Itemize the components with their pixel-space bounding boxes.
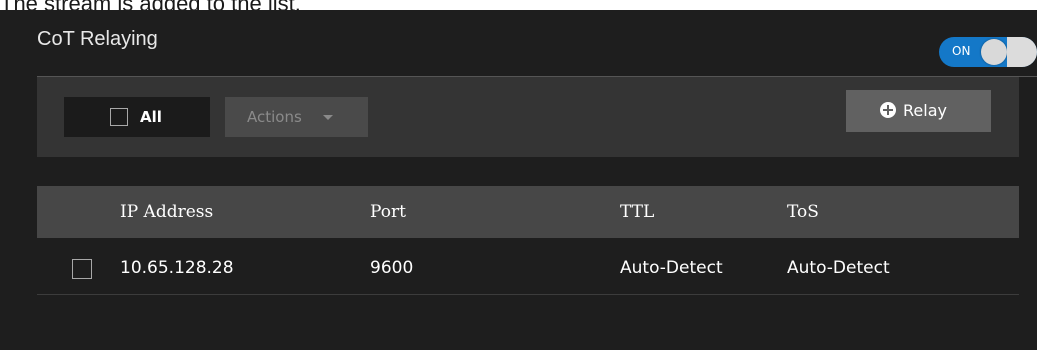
toggle-knob[interactable] <box>981 39 1007 65</box>
cell-port: 9600 <box>370 258 414 278</box>
cot-relaying-panel: CoT Relaying ON All Actions Relay IP Add… <box>0 10 1037 350</box>
add-relay-label: Relay <box>903 101 947 120</box>
add-relay-button[interactable]: Relay <box>846 90 991 132</box>
plus-circle-icon <box>880 102 896 118</box>
actions-dropdown[interactable]: Actions <box>225 97 368 137</box>
cell-tos: Auto-Detect <box>787 258 890 278</box>
select-all-label: All <box>140 108 162 126</box>
row-checkbox[interactable] <box>72 259 92 279</box>
cell-ttl: Auto-Detect <box>620 258 723 278</box>
panel-title: CoT Relaying <box>37 28 158 50</box>
chevron-down-icon <box>323 115 333 120</box>
column-header-port[interactable]: Port <box>370 202 406 222</box>
toggle-label: ON <box>952 44 971 58</box>
table-header: IP Address Port TTL ToS <box>37 186 1019 238</box>
toggle-off-track <box>1007 37 1037 67</box>
row-divider <box>37 294 1019 295</box>
toolbar: All Actions Relay <box>37 77 1019 157</box>
relaying-toggle[interactable]: ON <box>939 37 1037 67</box>
panel-header: CoT Relaying ON <box>0 10 1037 76</box>
column-header-ip-address[interactable]: IP Address <box>120 202 213 222</box>
cell-ip-address: 10.65.128.28 <box>120 258 234 278</box>
actions-label: Actions <box>247 108 302 126</box>
table-row[interactable]: 10.65.128.28 9600 Auto-Detect Auto-Detec… <box>37 238 1019 294</box>
select-all-checkbox[interactable] <box>110 108 128 126</box>
select-all-control[interactable]: All <box>64 97 210 137</box>
column-header-ttl[interactable]: TTL <box>620 202 654 222</box>
column-header-tos[interactable]: ToS <box>787 202 819 222</box>
